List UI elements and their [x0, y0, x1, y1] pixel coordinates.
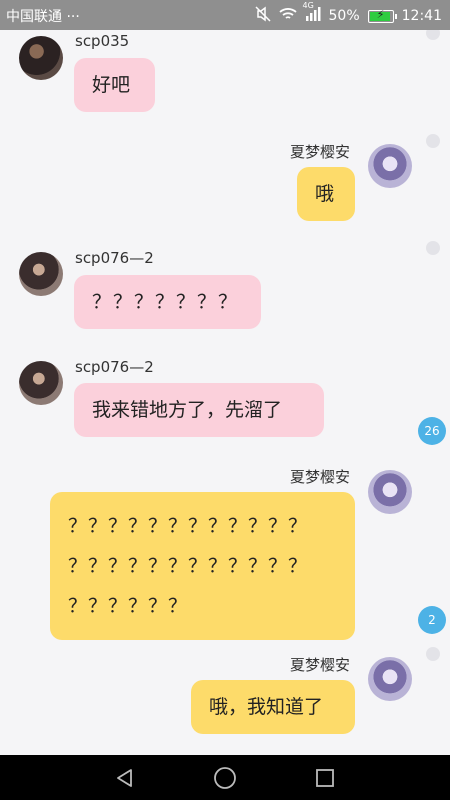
clock: 12:41 — [401, 8, 442, 24]
back-button[interactable] — [95, 755, 155, 800]
message-bubble[interactable]: 哦，我知道了 — [191, 680, 355, 734]
read-indicator — [426, 647, 440, 661]
mute-icon — [254, 6, 271, 26]
message-bubble[interactable]: ？？？？？？？ — [74, 275, 261, 329]
unread-badge[interactable]: 26 — [418, 417, 446, 445]
avatar[interactable] — [19, 361, 63, 405]
avatar[interactable] — [368, 470, 412, 514]
status-bar: 中国联通 ··· 4G 50% ⚡ 12:41 — [0, 0, 450, 30]
avatar[interactable] — [368, 144, 412, 188]
chat-message-list[interactable]: scp035 好吧 夏梦樱安 哦 scp076—2 ？？？？？？？ scp076… — [0, 30, 450, 755]
unread-badge[interactable]: 2 — [418, 606, 446, 634]
read-indicator — [426, 134, 440, 148]
more-indicator: ··· — [66, 9, 80, 25]
avatar[interactable] — [368, 657, 412, 701]
message-bubble[interactable]: 好吧 — [74, 58, 155, 112]
message-line: ？？？？？？？？？？？？ — [68, 555, 309, 577]
navigation-bar — [0, 755, 450, 800]
battery-icon: ⚡ — [367, 8, 397, 23]
message-bubble[interactable]: 我来错地方了，先溜了 — [74, 383, 324, 437]
message-bubble[interactable]: ？？？？？？？？？？？？ ？？？？？？？？？？？？ ？？？？？？ — [50, 492, 355, 640]
read-indicator — [426, 241, 440, 255]
sender-name: scp035 — [75, 32, 130, 50]
home-icon — [214, 766, 236, 789]
sender-name: scp076—2 — [75, 249, 154, 267]
message-bubble[interactable]: 哦 — [297, 167, 355, 221]
message-line: ？？？？？？ — [68, 595, 189, 617]
recent-apps-button[interactable] — [295, 755, 355, 800]
avatar[interactable] — [19, 252, 63, 296]
avatar[interactable] — [19, 36, 63, 80]
carrier-label: 中国联通 ··· — [6, 6, 80, 26]
back-icon — [117, 768, 132, 787]
sender-name: 夏梦樱安 — [290, 468, 351, 486]
battery-percent: 50% — [328, 8, 360, 24]
network-type: 4G — [302, 1, 314, 10]
sender-name: 夏梦樱安 — [290, 143, 351, 161]
sender-name: 夏梦樱安 — [290, 656, 351, 674]
status-icons: 4G 50% ⚡ 12:41 — [254, 1, 442, 26]
read-indicator — [426, 30, 440, 40]
carrier-name: 中国联通 — [6, 9, 62, 25]
recent-apps-icon — [316, 768, 334, 787]
wifi-icon — [278, 7, 297, 25]
signal-icon: 4G — [303, 1, 321, 25]
sender-name: scp076—2 — [75, 358, 154, 376]
home-button[interactable] — [195, 755, 255, 800]
message-line: ？？？？？？？？？？？？ — [68, 515, 309, 537]
